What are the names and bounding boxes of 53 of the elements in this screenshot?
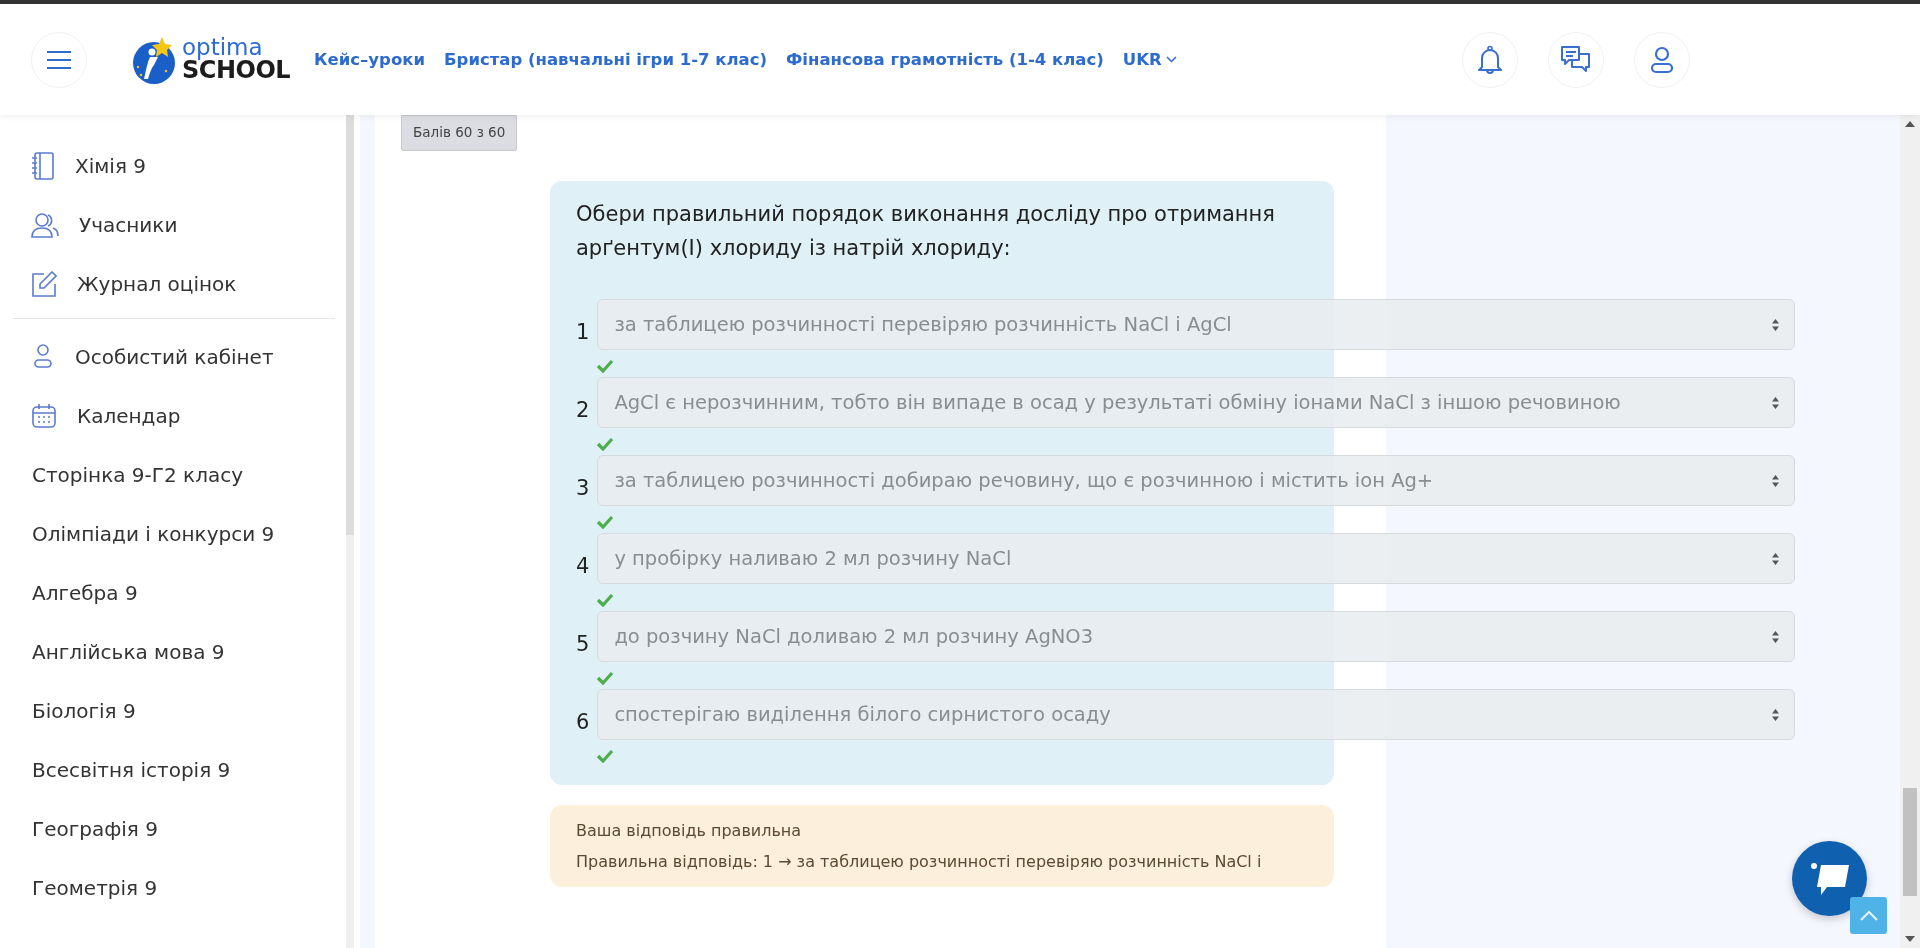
question-text: Обери правильний порядок виконання досліду про отримання арґентум(І) хлориду із натрій хлориду: xyxy=(576,201,1276,262)
item-number: 6 xyxy=(576,710,590,736)
sidebar-item[interactable]: Хімія 9 xyxy=(13,136,335,195)
correct-answer-text: Правильна відповідь: 1 → за таблицею розчинності перевіряю розчинність NaCl і xyxy=(576,852,1263,871)
chat-bubble-icon xyxy=(1808,860,1851,897)
scrollbar-thumb[interactable] xyxy=(346,115,354,535)
users-icon xyxy=(31,211,59,238)
chevron-down-icon xyxy=(1165,56,1177,63)
chevron-up-icon xyxy=(1858,909,1879,922)
sidebar-link[interactable]: Сторінка 9-Г2 класу xyxy=(13,445,335,504)
sidebar-link[interactable]: Геометрія 9 xyxy=(13,858,335,917)
item-number: 3 xyxy=(576,476,590,502)
sort-arrows-icon xyxy=(1771,707,1781,722)
nav-link[interactable]: Фінансова грамотність (1-4 клас) xyxy=(786,50,1104,69)
sidebar-link[interactable]: Географія 9 xyxy=(13,799,335,858)
item-number: 5 xyxy=(576,632,590,658)
sidebar-item[interactable]: Журнал оцінок xyxy=(13,254,335,313)
sidebar-item[interactable]: Особистий кабінет xyxy=(13,327,335,386)
scrollbar-thumb[interactable] xyxy=(1903,788,1917,896)
item-number: 4 xyxy=(576,554,590,580)
feedback-title: Ваша відповідь правильна xyxy=(576,821,803,840)
user-icon xyxy=(31,342,55,371)
user-icon xyxy=(1650,45,1674,74)
sidebar-link[interactable]: Англійська мова 9 xyxy=(13,622,335,681)
sidebar-link[interactable]: Алгебра 9 xyxy=(13,563,335,622)
sidebar-link[interactable]: Біологія 9 xyxy=(13,681,335,740)
sort-arrows-icon xyxy=(1771,551,1781,566)
score-badge: Балів 60 з 60 xyxy=(401,115,518,151)
sort-arrows-icon xyxy=(1771,473,1781,488)
sidebar-item[interactable]: Календар xyxy=(13,386,335,445)
scroll-down-icon[interactable] xyxy=(1905,936,1915,942)
item-number: 2 xyxy=(576,398,590,424)
sort-arrows-icon xyxy=(1771,317,1781,332)
logo-text: SCHOOL xyxy=(182,59,291,82)
nav-link[interactable]: Кейс–уроки xyxy=(314,50,426,69)
chat-icon xyxy=(1560,44,1592,75)
notebook-icon xyxy=(31,151,55,180)
chat-button[interactable] xyxy=(1792,841,1867,916)
item-number: 1 xyxy=(576,320,590,346)
edit-icon xyxy=(31,270,57,297)
sidebar-link[interactable]: Всесвітня історія 9 xyxy=(13,740,335,799)
sort-arrows-icon xyxy=(1771,629,1781,644)
logo[interactable]: optima SCHOOL xyxy=(132,34,291,85)
logo-text: optima xyxy=(182,37,263,59)
bell-icon xyxy=(1477,44,1503,75)
calendar-icon xyxy=(31,402,57,429)
scroll-up-icon[interactable] xyxy=(1905,121,1915,127)
sidebar-link[interactable]: Олімпіади і конкурси 9 xyxy=(13,504,335,563)
menu-icon xyxy=(46,49,72,70)
sidebar-item[interactable]: Учасники xyxy=(13,195,335,254)
nav-link[interactable]: Бристар (навчальні ігри 1-7 клас) xyxy=(444,50,767,69)
sort-arrows-icon xyxy=(1771,395,1781,410)
language-dropdown[interactable]: UKR xyxy=(1122,50,1177,69)
